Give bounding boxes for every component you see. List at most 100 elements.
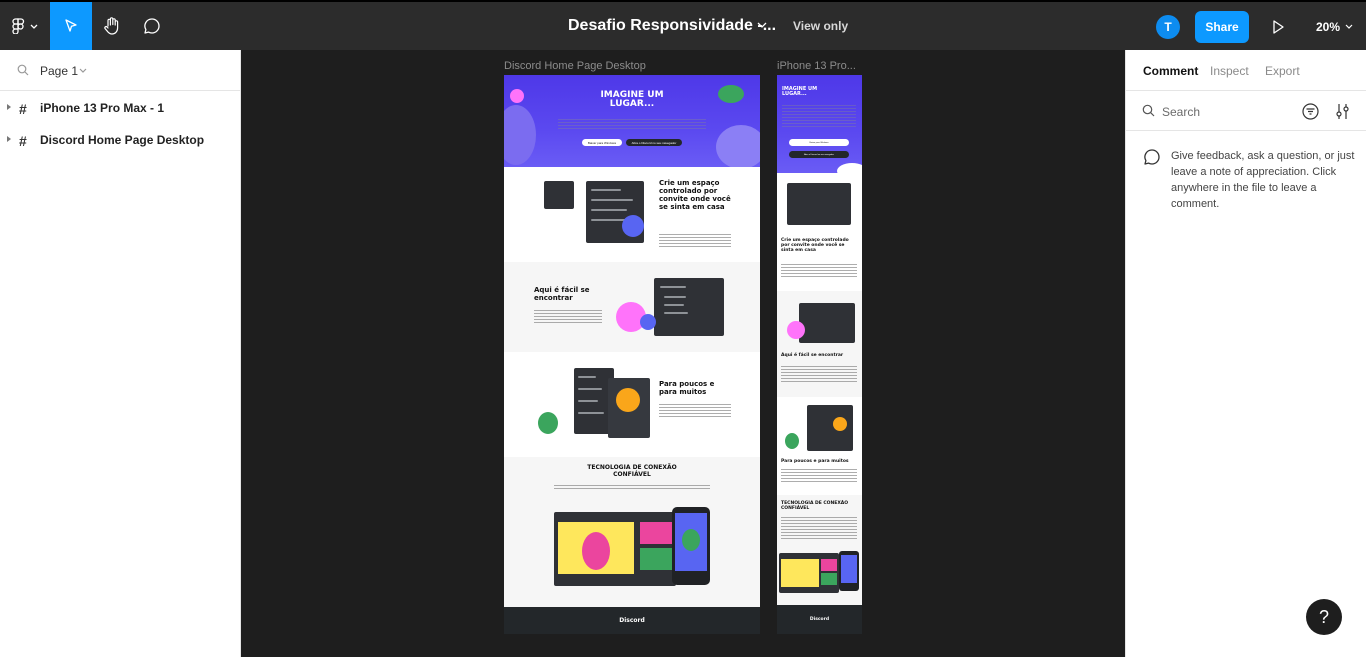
- mobile-section-1: Crie um espaço controlado por convite on…: [777, 173, 862, 291]
- phone-mock: [839, 551, 859, 591]
- section-heading: TECNOLOGIA DE CONEXÃO CONFIÁVEL: [781, 501, 849, 512]
- hero-body-text: [782, 105, 856, 129]
- desktop-frame-label[interactable]: Discord Home Page Desktop: [504, 60, 646, 72]
- search-icon: [1142, 104, 1155, 117]
- layer-iphone-frame[interactable]: # iPhone 13 Pro Max - 1: [0, 91, 240, 123]
- mobile-section-3: Para poucos e para muitos: [777, 397, 862, 495]
- chevron-down-icon[interactable]: [757, 21, 767, 29]
- caret-right-icon[interactable]: [6, 135, 12, 143]
- illustration-decor: [787, 321, 805, 339]
- hero-decor: [510, 89, 524, 103]
- mobile-hero: IMAGINE UM LUGAR... Baixar para Windows …: [777, 75, 862, 179]
- mobile-section-4: TECNOLOGIA DE CONEXÃO CONFIÁVEL: [777, 495, 862, 605]
- caret-right-icon[interactable]: [6, 103, 12, 111]
- help-icon: ?: [1318, 606, 1329, 627]
- search-icon[interactable]: [17, 64, 29, 76]
- layer-name: iPhone 13 Pro Max - 1: [40, 101, 165, 115]
- filter-icon[interactable]: [1302, 103, 1319, 120]
- page-label: Page 1: [40, 64, 79, 78]
- frame-hash-icon: #: [19, 101, 27, 117]
- layer-desktop-frame[interactable]: # Discord Home Page Desktop: [0, 123, 240, 155]
- desktop-section-3: Para poucos e para muitos: [504, 352, 760, 457]
- document-title[interactable]: Desafio Responsividade -...: [568, 17, 776, 35]
- illustration-decor: [785, 433, 799, 449]
- mobile-frame-label[interactable]: iPhone 13 Pro...: [777, 60, 856, 72]
- play-icon[interactable]: [1270, 18, 1286, 36]
- desktop-section-1: Crie um espaço controlado por convite on…: [504, 167, 760, 262]
- video-call-mock: [554, 512, 676, 586]
- panel-tabs: Comment Inspect Export: [1126, 50, 1366, 91]
- desktop-footer: Discord: [504, 607, 760, 634]
- section-body-text: [554, 485, 710, 491]
- hero-windows-button: Baixar para Windows: [789, 139, 849, 146]
- tab-comment[interactable]: Comment: [1143, 64, 1198, 78]
- comment-search-bar[interactable]: Search: [1126, 91, 1366, 131]
- hero-browser-button: Abra o Discord no seu navegador: [789, 151, 849, 158]
- section-body-text: [781, 366, 857, 382]
- chevron-down-icon[interactable]: [79, 68, 87, 74]
- comment-tool-button[interactable]: [132, 2, 172, 50]
- mobile-section-2: Aqui é fácil se encontrar: [777, 291, 862, 397]
- hero-browser-button: Abra o Discord no seu navegador: [626, 139, 682, 146]
- hero-decor: [716, 125, 760, 169]
- figma-main-menu-icon: [12, 18, 38, 34]
- share-button[interactable]: Share: [1195, 11, 1249, 43]
- section-body-text: [781, 469, 857, 483]
- top-toolbar: Desafio Responsividade -... View only T …: [0, 0, 1366, 50]
- voice-channel-mock: [799, 303, 855, 343]
- illustration-decor: [640, 314, 656, 330]
- comment-panel: Comment Inspect Export Search Give feedb…: [1125, 50, 1366, 657]
- frame-hash-icon: #: [19, 133, 27, 149]
- tab-export[interactable]: Export: [1265, 64, 1300, 78]
- user-avatar[interactable]: T: [1156, 15, 1180, 39]
- hero-windows-button: Baixar para Windows: [582, 139, 622, 146]
- mobile-footer: Discord: [777, 605, 862, 634]
- chevron-down-icon[interactable]: [1345, 24, 1353, 30]
- roles-list-mock: [807, 405, 853, 451]
- section-heading: Para poucos e para muitos: [659, 380, 715, 397]
- section-heading: Crie um espaço controlado por convite on…: [659, 179, 731, 212]
- desktop-section-2: Aqui é fácil se encontrar: [504, 262, 760, 352]
- desktop-hero: IMAGINE UM LUGAR... Baixar para Windows …: [504, 75, 760, 169]
- voice-channel-mock: [654, 278, 724, 336]
- tab-inspect[interactable]: Inspect: [1210, 64, 1249, 78]
- section-heading: Crie um espaço controlado por convite on…: [781, 238, 849, 254]
- illustration-decor: [833, 417, 847, 431]
- hero-body-text: [558, 119, 706, 131]
- move-tool-button[interactable]: [50, 2, 92, 50]
- section-body-text: [659, 234, 731, 248]
- chat-window-mock: [787, 183, 851, 225]
- section-heading: Para poucos e para muitos: [781, 459, 849, 464]
- section-heading: Aqui é fácil se encontrar: [534, 286, 590, 303]
- section-body-text: [534, 310, 602, 324]
- main-menu-button[interactable]: [0, 2, 50, 50]
- section-heading: Aqui é fácil se encontrar: [781, 353, 844, 358]
- design-canvas[interactable]: Discord Home Page Desktop IMAGINE UM LUG…: [241, 50, 1125, 657]
- zoom-level[interactable]: 20%: [1316, 20, 1340, 34]
- settings-sliders-icon[interactable]: [1335, 103, 1350, 120]
- search-input[interactable]: Search: [1162, 105, 1200, 119]
- hero-title: IMAGINE UM LUGAR...: [600, 90, 664, 110]
- phone-mock: [672, 507, 710, 585]
- mobile-frame[interactable]: IMAGINE UM LUGAR... Baixar para Windows …: [777, 75, 862, 634]
- comment-tool-icon: [144, 18, 160, 34]
- hand-tool-icon: [104, 17, 119, 35]
- illustration-decor: [622, 215, 644, 237]
- section-body-text: [659, 404, 731, 418]
- section-body-text: [781, 264, 857, 278]
- hero-decor: [718, 85, 744, 103]
- hand-tool-button[interactable]: [92, 2, 132, 50]
- comment-bubble-icon: [1144, 149, 1160, 165]
- server-list-mock: [544, 181, 574, 209]
- page-selector[interactable]: Page 1: [0, 50, 240, 91]
- hero-title: IMAGINE UM LUGAR...: [782, 86, 818, 98]
- view-only-badge: View only: [793, 19, 849, 33]
- layer-name: Discord Home Page Desktop: [40, 133, 205, 147]
- section-body-text: [781, 517, 857, 539]
- section-heading: TECNOLOGIA DE CONEXÃO CONFIÁVEL: [587, 464, 677, 478]
- figma-app: Desafio Responsividade -... View only T …: [0, 0, 1366, 657]
- layers-panel: Page 1 # iPhone 13 Pro Max - 1 # Discord…: [0, 50, 241, 657]
- desktop-section-4: TECNOLOGIA DE CONEXÃO CONFIÁVEL: [504, 457, 760, 607]
- help-button[interactable]: ?: [1306, 599, 1342, 635]
- desktop-frame[interactable]: IMAGINE UM LUGAR... Baixar para Windows …: [504, 75, 760, 634]
